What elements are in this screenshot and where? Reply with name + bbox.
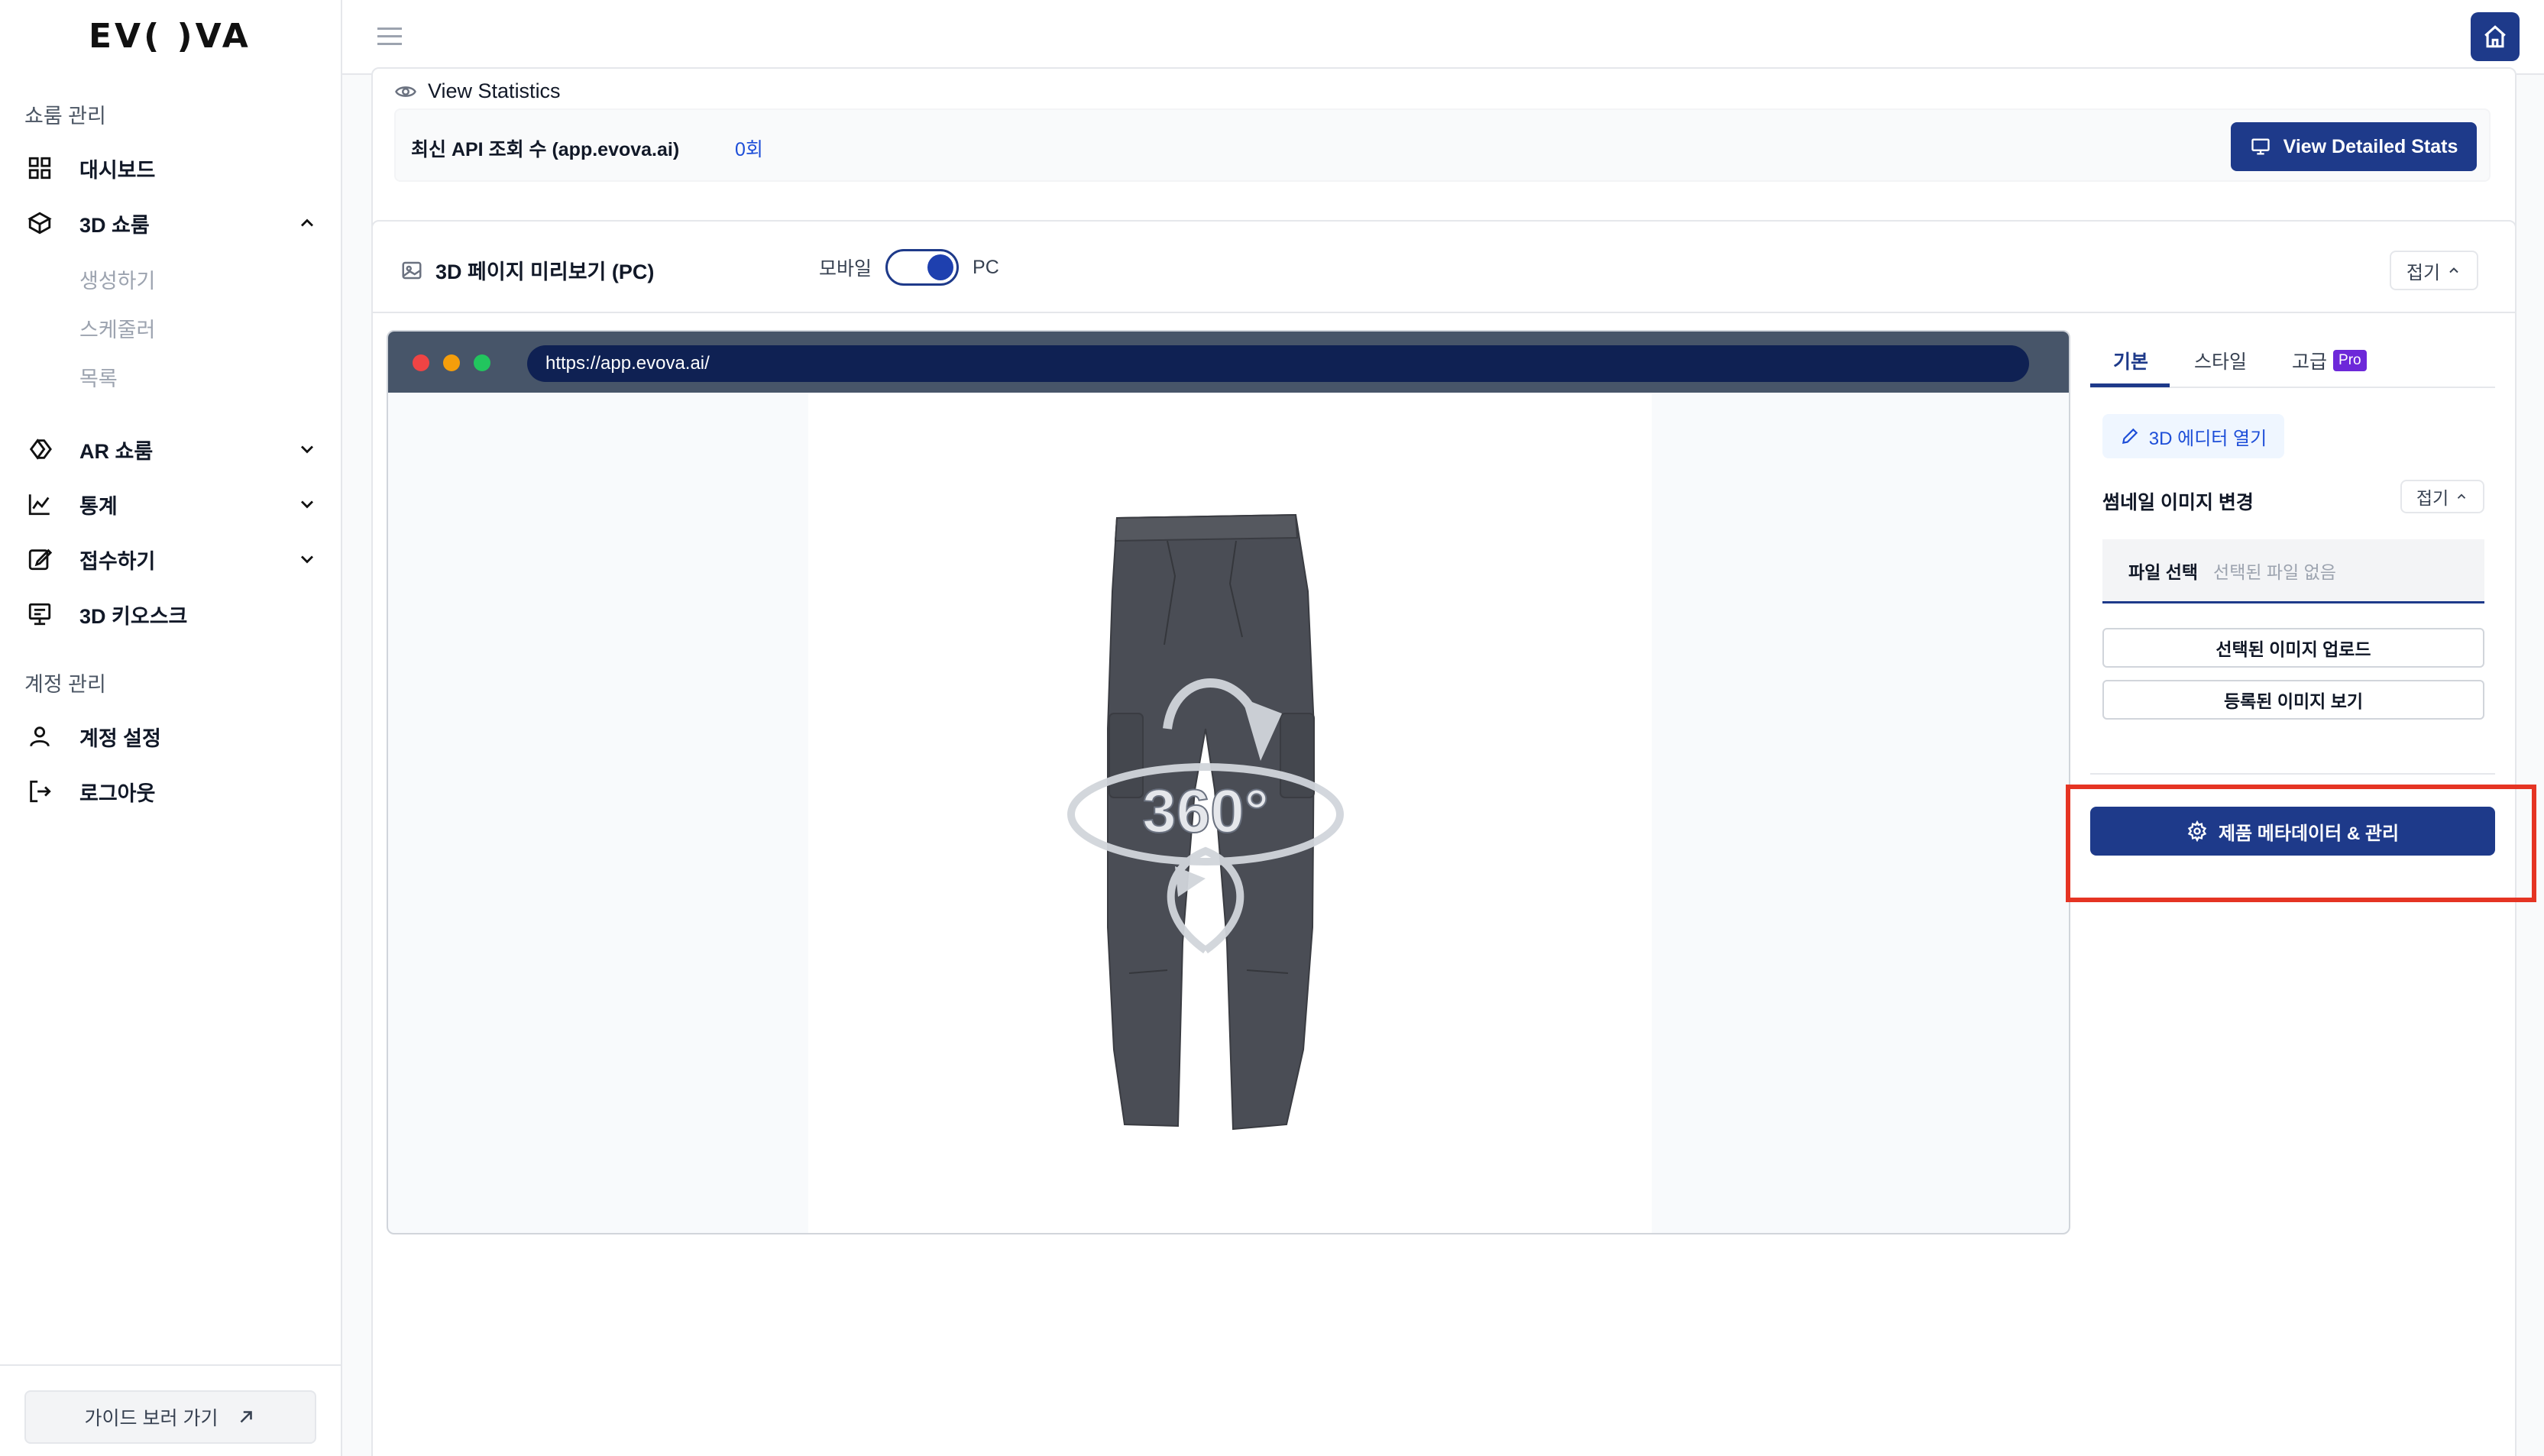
view-detailed-stats-label: View Detailed Stats: [2283, 135, 2458, 157]
external-link-icon: [241, 1411, 253, 1423]
image-icon: [402, 261, 422, 279]
active-tab-indicator: [2090, 383, 2170, 387]
toggle-label-pc: PC: [973, 256, 999, 278]
sidebar-item-label: AR 쇼룸: [79, 439, 154, 463]
pencil-icon: [2122, 428, 2138, 445]
home-button[interactable]: [2471, 12, 2520, 61]
file-input[interactable]: 파일 선택 선택된 파일 없음: [2102, 539, 2484, 603]
sidebar-item-label: 대시보드: [79, 158, 156, 182]
panel-divider: [2090, 773, 2495, 775]
guide-button[interactable]: 가이드 보러 가기: [24, 1390, 316, 1444]
window-minimize-dot: [443, 354, 460, 371]
stats-title-text: View Statistics: [428, 79, 561, 102]
collapse-label: 접기: [2406, 262, 2441, 283]
file-none-label: 선택된 파일 없음: [2213, 561, 2336, 582]
sidebar-item-label: 계정 설정: [79, 726, 161, 750]
sidebar-item-ar-showroom[interactable]: AR 쇼룸: [24, 428, 318, 471]
view-images-button[interactable]: 등록된 이미지 보기: [2102, 680, 2484, 720]
chevron-up-icon: [2458, 493, 2466, 499]
preview-title: 3D 페이지 미리보기 (PC): [400, 255, 654, 285]
sidebar-item-label: 통계: [79, 494, 118, 518]
section-label-account: 계정 관리: [24, 673, 106, 696]
stats-value: 0회: [735, 139, 763, 160]
panel-tabs: 기본 스타일 고급 Pro: [2090, 330, 2495, 388]
tab-style[interactable]: 스타일: [2194, 347, 2247, 374]
window-close-dot: [413, 354, 429, 371]
tab-label: 기본: [2113, 351, 2149, 373]
chart-icon: [24, 489, 55, 519]
sidebar-item-statistics[interactable]: 통계: [24, 483, 318, 526]
browser-mockup: https://app.evova.ai/ 360°: [387, 330, 2070, 1234]
sidebar-subitem-create[interactable]: 생성하기: [79, 264, 155, 294]
eye-icon: [395, 86, 416, 97]
topbar: [342, 0, 2544, 75]
sidebar-item-dashboard[interactable]: 대시보드: [24, 147, 318, 189]
tab-basic[interactable]: 기본: [2113, 347, 2148, 374]
sidebar-item-label: 접수하기: [79, 549, 156, 573]
chevron-down-icon[interactable]: [296, 438, 318, 460]
sidebar-subitem-scheduler[interactable]: 스케줄러: [79, 313, 155, 343]
file-choose-label[interactable]: 파일 선택: [2128, 558, 2198, 584]
user-icon: [24, 721, 55, 752]
stats-title: View Statistics: [394, 79, 561, 103]
ar-icon: [24, 434, 55, 464]
cube-icon: [24, 208, 55, 238]
hamburger-menu-icon[interactable]: [377, 26, 402, 47]
logo[interactable]: EV( )VA: [89, 17, 251, 56]
home-icon: [2484, 25, 2506, 48]
toggle-knob: [927, 254, 954, 280]
grid-icon: [24, 153, 55, 183]
preview-title-text: 3D 페이지 미리보기 (PC): [435, 260, 655, 283]
tab-advanced[interactable]: 고급 Pro: [2292, 347, 2367, 374]
sidebar-item-logout[interactable]: 로그아웃: [24, 770, 318, 813]
thumbnail-section-title: 썸네일 이미지 변경: [2102, 492, 2254, 513]
sidebar-item-3d-kiosk[interactable]: 3D 키오스크: [24, 593, 318, 636]
settings-panel: 기본 스타일 고급 Pro 3D 에디터 열기 썸네일 이미지 변경 접기 파일…: [2090, 330, 2495, 1094]
sidebar-item-3d-showroom[interactable]: 3D 쇼룸: [24, 202, 318, 244]
chevron-up-icon: [2449, 267, 2458, 273]
sidebar-item-submit[interactable]: 접수하기: [24, 538, 318, 581]
monitor-icon: [2251, 138, 2270, 155]
sidebar-item-account-settings[interactable]: 계정 설정: [24, 715, 318, 758]
toggle-label-mobile: 모바일: [819, 258, 872, 280]
browser-bar: https://app.evova.ai/: [388, 332, 2069, 393]
open-3d-editor-button[interactable]: 3D 에디터 열기: [2102, 414, 2284, 458]
sidebar-item-label: 로그아웃: [79, 781, 156, 805]
sidebar-item-label: 3D 쇼룸: [79, 213, 150, 237]
stats-label: 최신 API 조회 수 (app.evova.ai): [411, 139, 680, 160]
tab-label: 스타일: [2194, 351, 2248, 373]
highlight-box: [2066, 785, 2536, 902]
pro-badge: Pro: [2333, 350, 2367, 371]
chevron-down-icon[interactable]: [296, 493, 318, 515]
collapse-label: 접기: [2416, 488, 2449, 508]
view-detailed-stats-button[interactable]: View Detailed Stats: [2231, 122, 2477, 171]
sidebar-item-label: 3D 키오스크: [79, 604, 188, 628]
sidebar-subitem-list[interactable]: 목록: [79, 362, 118, 392]
thumbnail-collapse-button[interactable]: 접기: [2400, 480, 2484, 513]
section-label-showroom: 쇼룸 관리: [24, 105, 106, 128]
stats-row: 최신 API 조회 수 (app.evova.ai) 0회 View Detai…: [394, 108, 2491, 182]
main-content: View Statistics 최신 API 조회 수 (app.evova.a…: [342, 67, 2544, 1456]
sidebar: EV( )VA 쇼룸 관리 대시보드 3D 쇼룸 생성하기 스케줄러 목록 AR…: [0, 0, 342, 1456]
url-bar[interactable]: https://app.evova.ai/: [527, 345, 2029, 382]
kiosk-icon: [24, 599, 55, 629]
editor-button-label: 3D 에디터 열기: [2148, 428, 2267, 449]
upload-image-button[interactable]: 선택된 이미지 업로드: [2102, 628, 2484, 668]
3d-viewport[interactable]: 360°: [808, 393, 1652, 1234]
window-maximize-dot: [474, 354, 490, 371]
logout-icon: [24, 776, 55, 807]
guide-button-label: 가이드 보러 가기: [84, 1408, 218, 1429]
badge-360-text: 360°: [1142, 777, 1268, 845]
product-3d-model[interactable]: 360°: [808, 393, 1652, 1234]
chevron-down-icon[interactable]: [296, 548, 318, 570]
device-toggle[interactable]: [885, 249, 960, 286]
edit-icon: [24, 544, 55, 574]
preview-collapse-button[interactable]: 접기: [2390, 251, 2478, 290]
preview-header: 3D 페이지 미리보기 (PC) 모바일 PC 접기: [373, 222, 2515, 313]
chevron-up-icon[interactable]: [296, 212, 318, 234]
tab-label: 고급: [2292, 351, 2328, 373]
device-toggle-group: 모바일 PC: [819, 249, 999, 286]
